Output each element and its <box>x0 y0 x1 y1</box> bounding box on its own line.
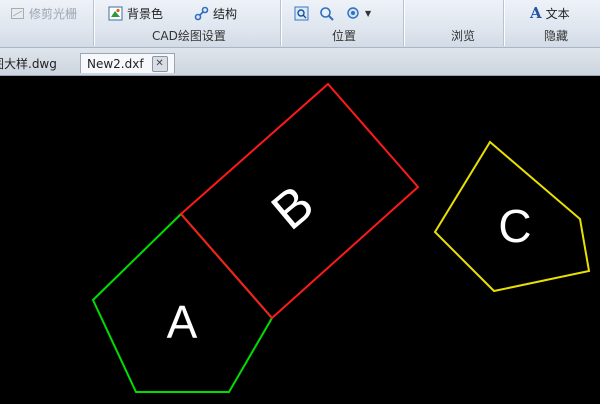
structure-label: 结构 <box>213 6 238 21</box>
zoom-window-button[interactable] <box>319 3 334 23</box>
shape-b-label: B <box>261 175 325 242</box>
tab-new2-dxf[interactable]: New2.dxf ✕ <box>80 53 175 73</box>
close-icon[interactable]: ✕ <box>151 55 168 72</box>
tab-label: 图大样.dwg <box>0 56 57 71</box>
group-label-browse: 浏览 <box>451 29 476 43</box>
text-icon: A <box>530 4 542 22</box>
tab-drawing-dwg[interactable]: 图大样.dwg <box>0 53 57 73</box>
ribbon-toolbar: 修剪光栅 背景色 结构 CAD绘图设置 ▼ 位置 浏览 A 文本 隐藏 <box>0 0 600 48</box>
background-color-icon <box>108 6 123 21</box>
ribbon-separator <box>280 0 281 46</box>
ribbon-separator <box>403 0 404 46</box>
tab-label: New2.dxf <box>87 56 144 71</box>
background-color-label: 背景色 <box>127 6 164 21</box>
group-label-cad-settings: CAD绘图设置 <box>152 29 226 43</box>
trim-raster-icon <box>10 6 25 21</box>
drawing-canvas[interactable]: A B C <box>0 76 600 404</box>
shape-c-label: C <box>498 200 531 252</box>
background-color-button[interactable]: 背景色 <box>108 3 163 23</box>
zoom-options-icon <box>346 6 361 21</box>
zoom-options-button[interactable]: ▼ <box>346 3 371 23</box>
trim-raster-button[interactable]: 修剪光栅 <box>10 3 77 23</box>
ribbon-separator <box>93 0 94 46</box>
zoom-extents-button[interactable] <box>294 3 309 23</box>
ribbon-separator <box>503 0 504 46</box>
zoom-window-icon <box>319 6 334 21</box>
trim-raster-label: 修剪光栅 <box>29 6 78 21</box>
text-label: 文本 <box>545 6 570 21</box>
text-button[interactable]: A 文本 <box>530 3 570 23</box>
structure-icon <box>194 6 209 21</box>
group-label-hide: 隐藏 <box>544 29 569 43</box>
group-label-position: 位置 <box>332 29 357 43</box>
structure-button[interactable]: 结构 <box>194 3 237 23</box>
shape-a-label: A <box>167 296 198 348</box>
document-tab-bar: 图大样.dwg New2.dxf ✕ <box>0 48 600 76</box>
chevron-down-icon: ▼ <box>365 8 372 18</box>
zoom-extents-icon <box>294 6 309 21</box>
